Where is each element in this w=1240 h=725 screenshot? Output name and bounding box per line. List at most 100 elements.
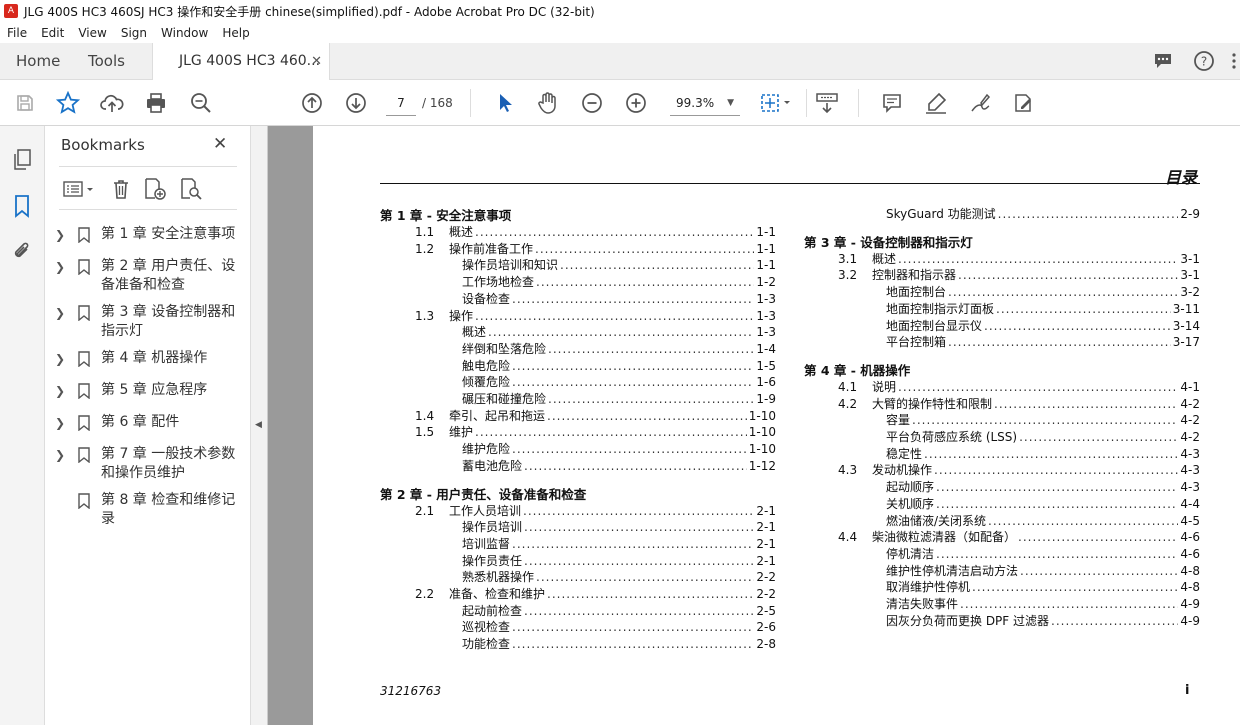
toc-subentry[interactable]: 停机清洁 4-6 — [886, 545, 1200, 562]
toc-subentry[interactable]: 倾覆危险 1-6 — [462, 373, 776, 390]
toc-entry[interactable]: 2.1 工作人员培训 2-1 — [415, 502, 776, 519]
toc-subentry[interactable]: 工作场地检查 1-2 — [462, 273, 776, 290]
chevron-right-icon[interactable]: ❯ — [55, 414, 67, 433]
tab-document[interactable]: JLG 400S HC3 460... ✕ — [152, 43, 330, 80]
zoom-search-icon[interactable] — [188, 90, 214, 116]
toc-subentry[interactable]: 维护危险 1-10 — [462, 440, 776, 457]
comment-icon[interactable] — [879, 90, 905, 116]
toc-subentry[interactable]: 燃油储液/关闭系统 4-5 — [886, 512, 1200, 529]
toc-subentry[interactable]: 触电危险 1-5 — [462, 357, 776, 374]
fill-sign-icon[interactable] — [1011, 90, 1037, 116]
select-cursor-icon[interactable] — [492, 90, 518, 116]
chevron-right-icon[interactable]: ❯ — [55, 446, 67, 465]
toc-subentry[interactable]: 起动顺序 4-3 — [886, 478, 1200, 495]
toc-subentry[interactable]: 取消维护性停机 4-8 — [886, 578, 1200, 595]
toc-subentry[interactable]: 操作员培训和知识 1-1 — [462, 256, 776, 273]
panel-splitter[interactable]: ◀ — [250, 126, 268, 725]
toc-entry[interactable]: 1.3 操作 1-3 — [415, 307, 776, 324]
toc-subentry[interactable]: 关机顺序 4-4 — [886, 495, 1200, 512]
print-icon[interactable] — [143, 90, 169, 116]
bookmarks-panel-icon[interactable] — [10, 194, 34, 218]
new-bookmark-icon[interactable] — [143, 177, 167, 201]
menu-view[interactable]: View — [71, 26, 113, 40]
bookmark-item-chapter-1[interactable]: ❯ 第 1 章 安全注意事项 — [55, 225, 250, 245]
toc-subentry[interactable]: 维护性停机清洁启动方法 4-8 — [886, 562, 1200, 579]
toc-entry[interactable]: 1.4 牵引、起吊和拖运 1-10 — [415, 407, 776, 424]
toc-subentry[interactable]: 碾压和碰撞危险 1-9 — [462, 390, 776, 407]
fit-page-icon[interactable] — [758, 90, 794, 116]
upload-cloud-icon[interactable] — [99, 90, 125, 116]
toc-subentry[interactable]: 地面控制台显示仪 3-14 — [886, 317, 1200, 334]
menu-window[interactable]: Window — [154, 26, 215, 40]
comment-bubble-icon[interactable] — [1151, 49, 1175, 73]
page-thumbnails-icon[interactable] — [10, 148, 34, 172]
toc-subentry[interactable]: 平台负荷感应系统 (LSS) 4-2 — [886, 428, 1200, 445]
chevron-right-icon[interactable]: ❯ — [55, 304, 67, 323]
scroll-mode-icon[interactable] — [814, 90, 840, 116]
bookmark-item-chapter-2[interactable]: ❯ 第 2 章 用户责任、设备准备和检查 — [55, 257, 250, 297]
toc-subentry[interactable]: 清洁失败事件 4-9 — [886, 595, 1200, 612]
toc-entry[interactable]: 1.2 操作前准备工作 1-1 — [415, 240, 776, 257]
bookmark-options-icon[interactable] — [61, 177, 97, 201]
close-tab-icon[interactable]: ✕ — [311, 43, 322, 80]
next-page-icon[interactable] — [343, 90, 369, 116]
toc-subentry[interactable]: 稳定性 4-3 — [886, 445, 1200, 462]
toc-chapter-heading[interactable]: 第 3 章 - 设备控制器和指示灯 — [804, 232, 973, 251]
toc-subentry[interactable]: 功能检查 2-8 — [462, 635, 776, 652]
toc-subentry[interactable]: 设备检查 1-3 — [462, 290, 776, 307]
toc-entry[interactable]: 2.2 准备、检查和维护 2-2 — [415, 585, 776, 602]
attachments-icon[interactable] — [10, 240, 34, 264]
toc-entry[interactable]: 1.5 维护 1-10 — [415, 423, 776, 440]
bookmark-item-chapter-4[interactable]: ❯ 第 4 章 机器操作 — [55, 349, 250, 369]
chevron-right-icon[interactable]: ❯ — [55, 258, 67, 277]
toc-subentry[interactable]: SkyGuard 功能测试 2-9 — [886, 205, 1200, 222]
bookmark-item-chapter-6[interactable]: ❯ 第 6 章 配件 — [55, 413, 250, 433]
chevron-right-icon[interactable]: ❯ — [55, 382, 67, 401]
toc-entry[interactable]: 3.1 概述 3-1 — [838, 250, 1200, 267]
menu-edit[interactable]: Edit — [34, 26, 71, 40]
find-bookmark-icon[interactable] — [179, 177, 203, 201]
toc-entry[interactable]: 4.3 发动机操作 4-3 — [838, 461, 1200, 478]
toc-entry[interactable]: 4.4 柴油微粒滤清器（如配备） 4-6 — [838, 528, 1200, 545]
bookmark-item-chapter-7[interactable]: ❯ 第 7 章 一般技术参数和操作员维护 — [55, 445, 250, 485]
save-icon[interactable] — [12, 90, 38, 116]
tab-home[interactable]: Home — [16, 43, 60, 80]
collapse-panel-icon[interactable]: ◀ — [255, 420, 262, 430]
menu-file[interactable]: File — [0, 26, 34, 40]
toc-subentry[interactable]: 巡视检查 2-6 — [462, 618, 776, 635]
toc-subentry[interactable]: 起动前检查 2-5 — [462, 602, 776, 619]
star-bookmark-icon[interactable] — [55, 90, 81, 116]
bookmark-item-chapter-8[interactable]: 第 8 章 检查和维修记录 — [55, 491, 250, 531]
menu-sign[interactable]: Sign — [114, 26, 154, 40]
toc-chapter-heading[interactable]: 第 1 章 - 安全注意事项 — [380, 205, 511, 224]
toc-entry[interactable]: 4.1 说明 4-1 — [838, 378, 1200, 395]
tab-tools[interactable]: Tools — [88, 43, 125, 80]
bookmark-item-chapter-5[interactable]: ❯ 第 5 章 应急程序 — [55, 381, 250, 401]
zoom-in-icon[interactable] — [623, 90, 649, 116]
toc-subentry[interactable]: 概述 1-3 — [462, 323, 776, 340]
toc-subentry[interactable]: 容量 4-2 — [886, 411, 1200, 428]
chevron-right-icon[interactable]: ❯ — [55, 350, 67, 369]
toc-subentry[interactable]: 地面控制指示灯面板 3-11 — [886, 300, 1200, 317]
toc-chapter-heading[interactable]: 第 4 章 - 机器操作 — [804, 360, 910, 379]
more-options-icon[interactable] — [1222, 49, 1240, 73]
toc-subentry[interactable]: 蓄电池危险 1-12 — [462, 457, 776, 474]
bookmark-item-chapter-3[interactable]: ❯ 第 3 章 设备控制器和指示灯 — [55, 303, 250, 343]
toc-subentry[interactable]: 地面控制台 3-2 — [886, 283, 1200, 300]
toc-subentry[interactable]: 平台控制箱 3-17 — [886, 333, 1200, 350]
delete-bookmark-icon[interactable] — [109, 177, 133, 201]
toc-subentry[interactable]: 熟悉机器操作 2-2 — [462, 568, 776, 585]
page-number-input[interactable]: 7 — [386, 90, 416, 116]
toc-entry[interactable]: 1.1 概述 1-1 — [415, 223, 776, 240]
zoom-out-icon[interactable] — [579, 90, 605, 116]
highlight-pen-icon[interactable] — [923, 90, 949, 116]
menu-help[interactable]: Help — [215, 26, 256, 40]
toc-subentry[interactable]: 绊倒和坠落危险 1-4 — [462, 340, 776, 357]
toc-chapter-heading[interactable]: 第 2 章 - 用户责任、设备准备和检查 — [380, 484, 586, 503]
toc-entry[interactable]: 3.2 控制器和指示器 3-1 — [838, 266, 1200, 283]
toc-subentry[interactable]: 培训监督 2-1 — [462, 535, 776, 552]
toc-entry[interactable]: 4.2 大臂的操作特性和限制 4-2 — [838, 395, 1200, 412]
hand-tool-icon[interactable] — [535, 90, 561, 116]
toc-subentry[interactable]: 操作员责任 2-1 — [462, 552, 776, 569]
previous-page-icon[interactable] — [299, 90, 325, 116]
